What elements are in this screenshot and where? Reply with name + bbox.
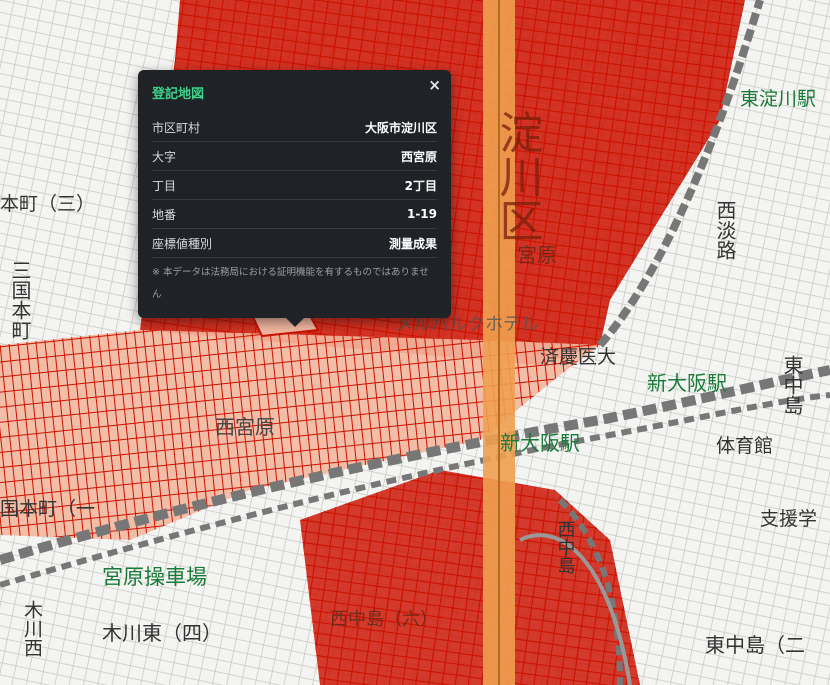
row-value: 2丁目	[404, 178, 437, 193]
label-shien-gakko: 支援学	[760, 508, 817, 530]
label-nishinakajima-6: 西中島（六）	[330, 609, 438, 630]
row-key: 丁目	[152, 178, 177, 193]
label-higashi-nakajima-2: 東中島（二	[705, 633, 805, 657]
row-coordinate-type: 座標値種別 測量成果	[152, 229, 437, 258]
label-higashi-nakajima: 東中島	[780, 355, 804, 415]
close-icon[interactable]: ×	[428, 76, 441, 94]
row-chome: 丁目 2丁目	[152, 171, 437, 200]
label-miyahara-yard: 宮原操車場	[102, 565, 207, 589]
label-nishinakajima: 西中島	[555, 520, 576, 575]
label-keiseiin: 済慶医大	[540, 346, 616, 368]
label-higashi-yodogawa-eki: 東淀川駅	[740, 88, 816, 110]
label-shin-osaka-eki-top: 新大阪駅	[647, 371, 727, 395]
highway	[483, 0, 515, 685]
label-sangoku-honmachi: 三国本町	[8, 260, 32, 340]
row-key: 大字	[152, 149, 177, 164]
parcel-info-popup: × 登記地図 市区町村 大阪市淀川区 大字 西宮原 丁目 2丁目 地番 1-19…	[138, 70, 451, 327]
row-value: 大阪市淀川区	[364, 120, 437, 135]
popup-title: 登記地図	[152, 87, 205, 102]
label-kunimoto-machi: 国本町（一	[0, 498, 95, 520]
row-chiban: 地番 1-19	[152, 200, 437, 229]
label-kikawa-nishi: 木川西	[21, 600, 43, 657]
row-key: 市区町村	[152, 120, 201, 135]
row-key: 地番	[152, 207, 177, 222]
label-miyahara: 宮原	[517, 243, 557, 267]
label-yodogawa-ku: 淀川区	[492, 110, 543, 242]
row-value: 1-19	[406, 207, 437, 221]
row-oaza: 大字 西宮原	[152, 142, 437, 171]
row-municipality: 市区町村 大阪市淀川区	[152, 113, 437, 142]
label-shin-osaka-eki-center: 新大阪駅	[500, 431, 580, 455]
label-nishi-awaji: 西淡路	[713, 200, 737, 260]
label-nishi-miyahara: 西宮原	[215, 415, 275, 439]
row-value: 西宮原	[400, 149, 437, 164]
row-value: 測量成果	[388, 236, 437, 251]
label-kikawa-higashi-4: 木川東（四）	[102, 621, 222, 645]
label-taiikukan: 体育館	[716, 435, 773, 457]
disclaimer-note: ※ 本データは法務局における証明機能を有するものではありません	[152, 267, 429, 300]
row-key: 座標値種別	[152, 236, 213, 251]
label-kunimoto-machi-3: 本町（三）	[0, 193, 95, 215]
